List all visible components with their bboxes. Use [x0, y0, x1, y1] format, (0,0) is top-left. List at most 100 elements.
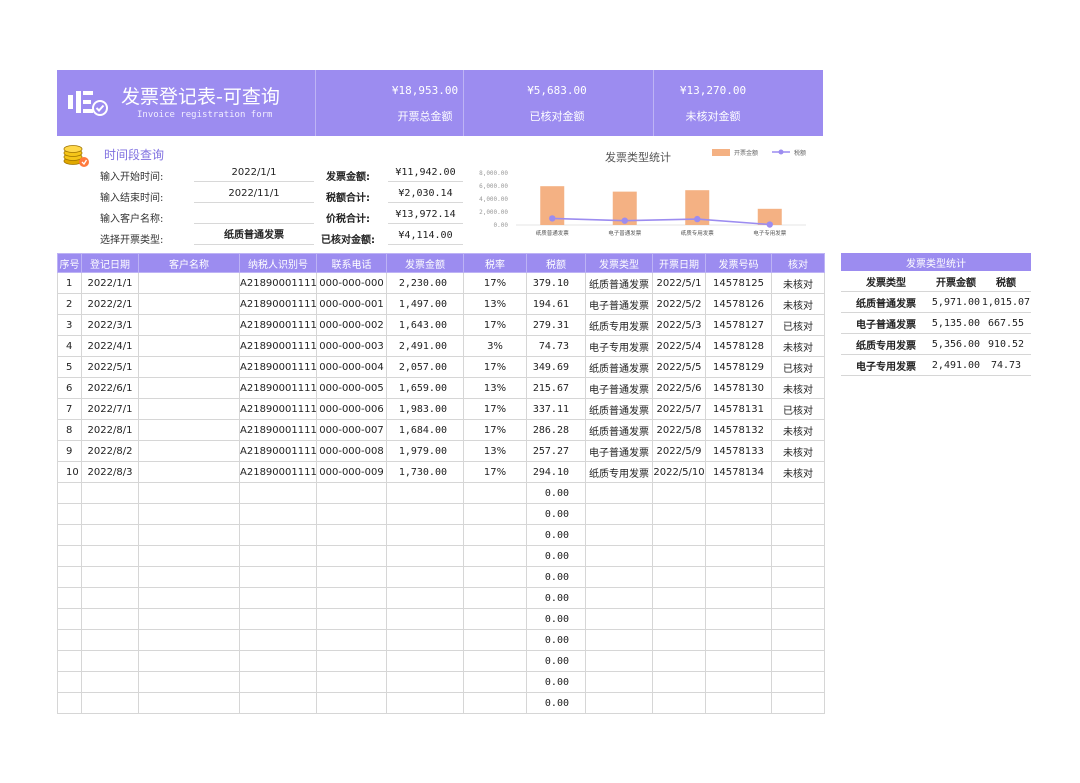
cell-col-9[interactable]: 2022/5/10 — [652, 461, 706, 483]
cell-col-10[interactable]: 14578127 — [705, 314, 772, 336]
cell-col-7[interactable]: 0.00 — [526, 587, 586, 609]
cell-col-9[interactable] — [652, 650, 706, 672]
cell-col-0[interactable]: 4 — [57, 335, 82, 357]
cell-col-1[interactable] — [81, 629, 139, 651]
cell-col-8[interactable]: 电子普通发票 — [585, 293, 653, 315]
cell-col-3[interactable] — [239, 671, 317, 693]
cell-col-7[interactable]: 0.00 — [526, 650, 586, 672]
cell-col-8[interactable] — [585, 587, 653, 609]
cell-col-6[interactable]: 17% — [463, 419, 527, 441]
cell-col-11[interactable] — [771, 629, 825, 651]
cell-col-2[interactable] — [138, 482, 240, 504]
cell-col-2[interactable] — [138, 608, 240, 630]
cell-col-11[interactable]: 已核对 — [771, 314, 825, 336]
cell-col-7[interactable]: 0.00 — [526, 629, 586, 651]
cell-col-5[interactable]: 1,983.00 — [386, 398, 464, 420]
cell-col-3[interactable]: A218900011111 — [239, 461, 317, 483]
cell-col-2[interactable] — [138, 671, 240, 693]
cell-col-10[interactable]: 14578133 — [705, 440, 772, 462]
column-header[interactable]: 发票类型 — [585, 253, 653, 273]
cell-col-11[interactable] — [771, 482, 825, 504]
cell-col-0[interactable] — [57, 629, 82, 651]
invoice-type-select[interactable]: 纸质普通发票 — [194, 228, 314, 245]
cell-col-11[interactable] — [771, 566, 825, 588]
cell-col-7[interactable]: 0.00 — [526, 503, 586, 525]
cell-col-5[interactable] — [386, 566, 464, 588]
table-row[interactable]: 4 2022/4/1 A218900011111 000-000-003 2,491.0… — [57, 335, 825, 357]
cell-col-9[interactable] — [652, 482, 706, 504]
cell-col-3[interactable] — [239, 629, 317, 651]
cell-col-4[interactable]: 000-000-001 — [316, 293, 387, 315]
cell-col-0[interactable] — [57, 524, 82, 546]
cell-col-11[interactable] — [771, 524, 825, 546]
cell-col-2[interactable] — [138, 545, 240, 567]
cell-col-2[interactable] — [138, 566, 240, 588]
table-row[interactable]: 0.00 — [57, 629, 825, 651]
cell-col-1[interactable] — [81, 650, 139, 672]
cell-col-3[interactable] — [239, 566, 317, 588]
cell-col-2[interactable] — [138, 440, 240, 462]
cell-col-11[interactable]: 未核对 — [771, 419, 825, 441]
cell-col-8[interactable] — [585, 482, 653, 504]
cell-col-4[interactable]: 000-000-004 — [316, 356, 387, 378]
cell-col-8[interactable] — [585, 671, 653, 693]
cell-col-0[interactable]: 5 — [57, 356, 82, 378]
cell-col-3[interactable] — [239, 587, 317, 609]
cell-col-2[interactable] — [138, 503, 240, 525]
table-row[interactable]: 0.00 — [57, 503, 825, 525]
table-row[interactable]: 2 2022/2/1 A218900011111 000-000-001 1,497.0… — [57, 293, 825, 315]
cell-col-8[interactable]: 电子专用发票 — [585, 335, 653, 357]
cell-col-4[interactable] — [316, 587, 387, 609]
cell-col-3[interactable]: A218900011111 — [239, 293, 317, 315]
cell-col-6[interactable] — [463, 608, 527, 630]
cell-col-0[interactable]: 8 — [57, 419, 82, 441]
cell-col-1[interactable] — [81, 671, 139, 693]
cell-col-4[interactable] — [316, 482, 387, 504]
table-row[interactable]: 0.00 — [57, 608, 825, 630]
cell-col-11[interactable]: 未核对 — [771, 272, 825, 294]
cell-col-4[interactable]: 000-000-002 — [316, 314, 387, 336]
table-row[interactable]: 0.00 — [57, 482, 825, 504]
table-row[interactable]: 5 2022/5/1 A218900011111 000-000-004 2,057.0… — [57, 356, 825, 378]
cell-col-9[interactable]: 2022/5/2 — [652, 293, 706, 315]
cell-col-6[interactable] — [463, 566, 527, 588]
table-row[interactable]: 8 2022/8/1 A218900011111 000-000-007 1,684.0… — [57, 419, 825, 441]
cell-col-9[interactable]: 2022/5/9 — [652, 440, 706, 462]
cell-col-5[interactable]: 1,730.00 — [386, 461, 464, 483]
cell-col-6[interactable]: 17% — [463, 272, 527, 294]
cell-col-8[interactable] — [585, 545, 653, 567]
cell-col-11[interactable]: 未核对 — [771, 440, 825, 462]
cell-col-10[interactable] — [705, 671, 772, 693]
cell-col-0[interactable] — [57, 482, 82, 504]
cell-col-4[interactable]: 000-000-000 — [316, 272, 387, 294]
cell-col-1[interactable]: 2022/8/3 — [81, 461, 139, 483]
cell-col-3[interactable]: A218900011111 — [239, 398, 317, 420]
cell-col-1[interactable]: 2022/7/1 — [81, 398, 139, 420]
table-row[interactable]: 6 2022/6/1 A218900011111 000-000-005 1,659.0… — [57, 377, 825, 399]
start-date-input[interactable]: 2022/1/1 — [194, 165, 314, 182]
cell-col-5[interactable] — [386, 629, 464, 651]
cell-col-1[interactable] — [81, 587, 139, 609]
cell-col-8[interactable] — [585, 524, 653, 546]
cell-col-5[interactable] — [386, 482, 464, 504]
cell-col-1[interactable] — [81, 503, 139, 525]
cell-col-3[interactable]: A218900011111 — [239, 440, 317, 462]
cell-col-3[interactable] — [239, 482, 317, 504]
cell-col-6[interactable] — [463, 692, 527, 714]
cell-col-3[interactable]: A218900011111 — [239, 419, 317, 441]
table-row[interactable]: 0.00 — [57, 671, 825, 693]
column-header[interactable]: 开票日期 — [652, 253, 706, 273]
cell-col-7[interactable]: 74.73 — [526, 335, 586, 357]
cell-col-1[interactable]: 2022/8/2 — [81, 440, 139, 462]
cell-col-0[interactable] — [57, 671, 82, 693]
cell-col-6[interactable] — [463, 524, 527, 546]
cell-col-2[interactable] — [138, 629, 240, 651]
cell-col-11[interactable]: 未核对 — [771, 461, 825, 483]
cell-col-5[interactable] — [386, 650, 464, 672]
cell-col-9[interactable]: 2022/5/7 — [652, 398, 706, 420]
cell-col-2[interactable] — [138, 293, 240, 315]
cell-col-3[interactable] — [239, 650, 317, 672]
column-header[interactable]: 纳税人识别号 — [239, 253, 317, 273]
cell-col-0[interactable]: 2 — [57, 293, 82, 315]
cell-col-9[interactable] — [652, 524, 706, 546]
